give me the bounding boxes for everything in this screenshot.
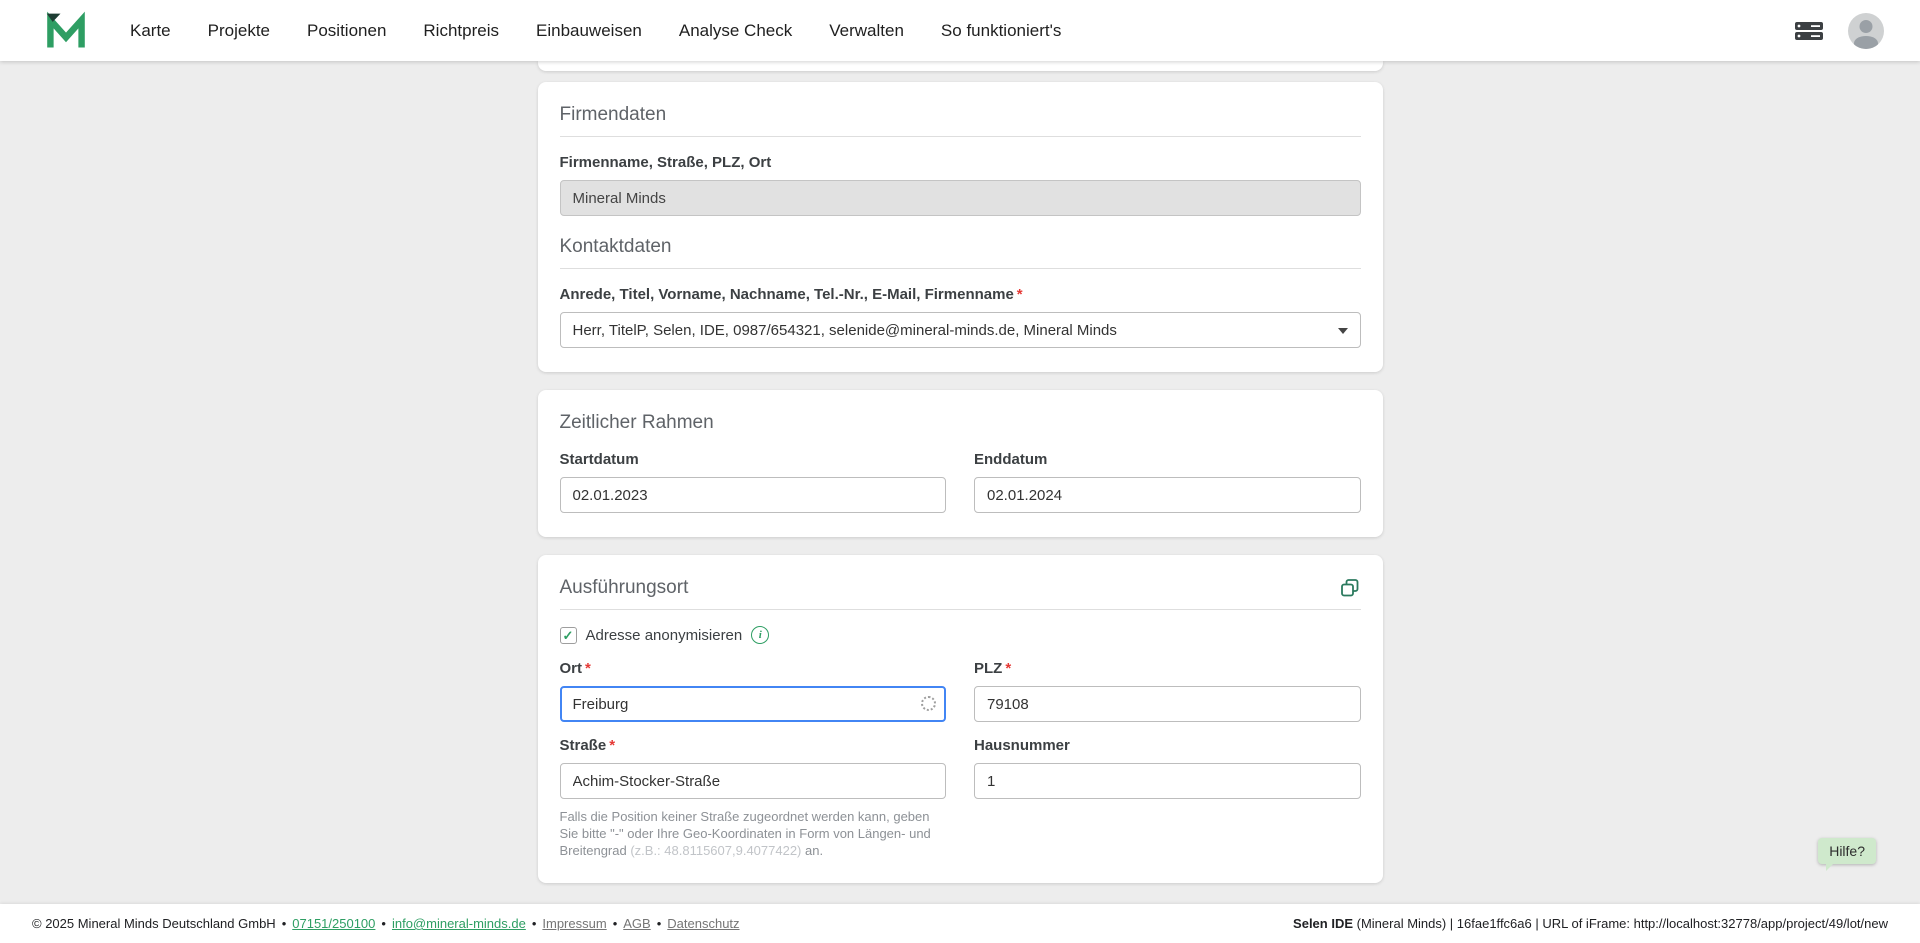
- zeitlicher-rahmen-card: Zeitlicher Rahmen Startdatum Enddatum: [538, 390, 1383, 537]
- previous-card-clipped: [538, 61, 1383, 71]
- footer: © 2025 Mineral Minds Deutschland GmbH • …: [0, 904, 1920, 943]
- main-nav: Karte Projekte Positionen Richtpreis Ein…: [130, 21, 1794, 41]
- plz-label-text: PLZ: [974, 660, 1002, 677]
- contact-label: Anrede, Titel, Vorname, Nachname, Tel.-N…: [560, 285, 1361, 304]
- footer-separator: •: [282, 916, 287, 931]
- contact-label-text: Anrede, Titel, Vorname, Nachname, Tel.-N…: [560, 286, 1014, 303]
- impressum-link[interactable]: Impressum: [542, 916, 606, 931]
- footer-separator: •: [613, 916, 618, 931]
- debug-info-rest: (Mineral Minds) | 16fae1ffc6a6 | URL of …: [1353, 916, 1888, 931]
- copyright-text: © 2025 Mineral Minds Deutschland GmbH: [32, 916, 276, 931]
- nav-karte[interactable]: Karte: [130, 21, 171, 41]
- strasse-label-text: Straße: [560, 737, 607, 754]
- strasse-hint: Falls die Position keiner Straße zugeord…: [560, 808, 947, 859]
- ort-input[interactable]: [560, 686, 947, 722]
- required-marker: *: [1017, 286, 1023, 303]
- divider: [560, 609, 1361, 610]
- ort-label: Ort*: [560, 659, 947, 678]
- kontaktdaten-title: Kontaktdaten: [560, 236, 1361, 258]
- company-label: Firmenname, Straße, PLZ, Ort: [560, 153, 1361, 172]
- nav-so-funktionierts[interactable]: So funktioniert's: [941, 21, 1061, 41]
- firmendaten-card: Firmendaten Firmenname, Straße, PLZ, Ort…: [538, 82, 1383, 372]
- startdatum-label: Startdatum: [560, 450, 947, 469]
- agb-link[interactable]: AGB: [623, 916, 650, 931]
- hint-example: (z.B.: 48.8115607,9.4077422): [630, 843, 801, 858]
- datenschutz-link[interactable]: Datenschutz: [667, 916, 739, 931]
- enddatum-label: Enddatum: [974, 450, 1361, 469]
- hausnummer-label: Hausnummer: [974, 736, 1361, 755]
- server-icon[interactable]: [1794, 20, 1824, 42]
- plz-label: PLZ*: [974, 659, 1361, 678]
- company-input: [560, 180, 1361, 216]
- help-button[interactable]: Hilfe?: [1818, 838, 1876, 864]
- nav-verwalten[interactable]: Verwalten: [829, 21, 904, 41]
- mineral-minds-logo-icon[interactable]: [44, 9, 88, 53]
- nav-projekte[interactable]: Projekte: [208, 21, 270, 41]
- avatar-person-icon: [1860, 20, 1873, 33]
- debug-info-app: Selen IDE: [1293, 916, 1353, 931]
- top-navbar: Karte Projekte Positionen Richtpreis Ein…: [0, 0, 1920, 61]
- anonymize-checkbox[interactable]: ✓: [560, 627, 577, 644]
- phone-link[interactable]: 07151/250100: [292, 916, 375, 931]
- nav-einbauweisen[interactable]: Einbauweisen: [536, 21, 642, 41]
- copy-icon[interactable]: [1339, 577, 1361, 599]
- hint-suffix: an.: [801, 843, 823, 858]
- startdatum-input[interactable]: [560, 477, 947, 513]
- zeitlicher-rahmen-title: Zeitlicher Rahmen: [560, 412, 1361, 434]
- avatar-person-icon: [1854, 36, 1878, 49]
- plz-input[interactable]: [974, 686, 1361, 722]
- navbar-right: [1794, 13, 1894, 49]
- info-icon[interactable]: i: [751, 626, 769, 644]
- contact-select[interactable]: Herr, TitelP, Selen, IDE, 0987/654321, s…: [560, 312, 1361, 348]
- enddatum-input[interactable]: [974, 477, 1361, 513]
- chevron-down-icon: [1338, 328, 1348, 334]
- nav-analyse-check[interactable]: Analyse Check: [679, 21, 792, 41]
- ausfuehrungsort-title: Ausführungsort: [560, 577, 689, 599]
- page-content: Firmendaten Firmenname, Straße, PLZ, Ort…: [0, 61, 1920, 904]
- check-icon: ✓: [563, 629, 574, 642]
- firmendaten-title: Firmendaten: [560, 104, 1361, 126]
- nav-richtpreis[interactable]: Richtpreis: [423, 21, 499, 41]
- footer-separator: •: [532, 916, 537, 931]
- footer-separator: •: [381, 916, 386, 931]
- user-avatar[interactable]: [1848, 13, 1884, 49]
- required-marker: *: [585, 660, 591, 677]
- ort-label-text: Ort: [560, 660, 583, 677]
- required-marker: *: [1005, 660, 1011, 677]
- divider: [560, 268, 1361, 269]
- contact-select-value: Herr, TitelP, Selen, IDE, 0987/654321, s…: [573, 322, 1117, 339]
- strasse-label: Straße*: [560, 736, 947, 755]
- footer-separator: •: [657, 916, 662, 931]
- divider: [560, 136, 1361, 137]
- hausnummer-input[interactable]: [974, 763, 1361, 799]
- debug-info: Selen IDE (Mineral Minds) | 16fae1ffc6a6…: [1293, 916, 1888, 931]
- strasse-input[interactable]: [560, 763, 947, 799]
- required-marker: *: [609, 737, 615, 754]
- nav-positionen[interactable]: Positionen: [307, 21, 386, 41]
- anonymize-label: Adresse anonymisieren: [586, 627, 743, 644]
- loading-spinner-icon: [921, 696, 936, 711]
- email-link[interactable]: info@mineral-minds.de: [392, 916, 526, 931]
- ausfuehrungsort-card: Ausführungsort ✓ Adresse anonymisieren i: [538, 555, 1383, 883]
